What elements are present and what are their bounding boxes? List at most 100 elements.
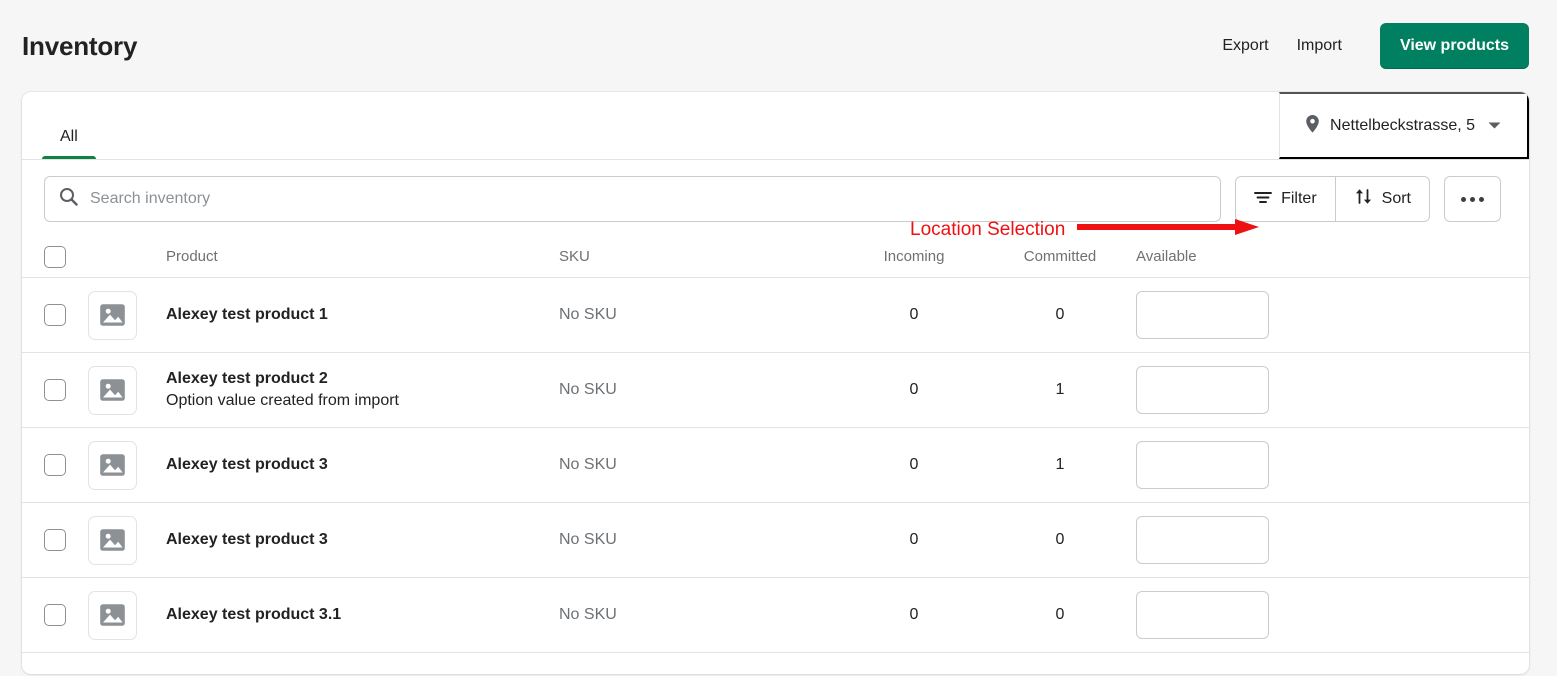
row-checkbox[interactable] xyxy=(44,379,66,401)
chevron-down-icon xyxy=(1488,118,1501,133)
filter-bar: Filter Sort xyxy=(22,160,1529,236)
available-cell xyxy=(1136,366,1301,414)
row-thumbnail-cell xyxy=(88,515,166,565)
committed-cell: 1 xyxy=(1055,456,1065,473)
tabs-list: All xyxy=(22,92,1279,159)
available-input[interactable] xyxy=(1137,367,1268,413)
column-header-committed: Committed xyxy=(1023,248,1097,265)
row-checkbox[interactable] xyxy=(44,304,66,326)
committed-cell: 0 xyxy=(1055,531,1065,548)
available-input[interactable] xyxy=(1137,442,1268,488)
available-cell xyxy=(1136,591,1301,639)
available-stepper[interactable] xyxy=(1136,366,1269,414)
filter-button[interactable]: Filter xyxy=(1235,176,1336,222)
table-body: Alexey test product 1 No SKU 0 0 -1 Alex… xyxy=(22,278,1529,653)
more-actions-button[interactable] xyxy=(1444,176,1501,222)
column-header-incoming: Incoming xyxy=(883,248,945,265)
product-cell: Alexey test product 3 xyxy=(166,529,559,551)
select-all-checkbox[interactable] xyxy=(44,245,66,268)
available-cell xyxy=(1136,441,1301,489)
available-input[interactable] xyxy=(1137,517,1268,563)
location-pin-icon xyxy=(1304,114,1321,137)
row-checkbox[interactable] xyxy=(44,454,66,476)
product-image-placeholder-icon xyxy=(88,515,137,565)
inventory-card: All Nettelbeckstrasse, 5 Location Select… xyxy=(22,92,1529,674)
product-image-placeholder-icon xyxy=(88,365,137,415)
available-input[interactable] xyxy=(1137,592,1268,638)
export-button[interactable]: Export xyxy=(1220,31,1270,61)
sort-button[interactable]: Sort xyxy=(1335,176,1430,222)
sku-cell: No SKU xyxy=(559,456,617,473)
available-cell xyxy=(1136,291,1301,339)
table-row[interactable]: Alexey test product 3 No SKU 0 0 xyxy=(22,503,1529,578)
inventory-table: Product SKU Incoming Committed Available… xyxy=(22,236,1529,653)
available-stepper[interactable] xyxy=(1136,591,1269,639)
product-image-placeholder-icon xyxy=(88,440,137,490)
filter-icon xyxy=(1254,190,1273,209)
tabs-row: All Nettelbeckstrasse, 5 xyxy=(22,92,1529,160)
view-products-button[interactable]: View products xyxy=(1379,23,1529,69)
search-icon xyxy=(59,187,78,211)
available-stepper[interactable] xyxy=(1136,441,1269,489)
committed-cell: 0 xyxy=(1055,606,1065,623)
sort-button-label: Sort xyxy=(1381,190,1411,207)
sku-cell: No SKU xyxy=(559,381,617,398)
table-row[interactable]: Alexey test product 2 Option value creat… xyxy=(22,353,1529,428)
row-thumbnail-cell xyxy=(88,440,166,490)
product-cell: Alexey test product 2 Option value creat… xyxy=(166,368,559,413)
table-header-row: Product SKU Incoming Committed Available xyxy=(22,236,1529,278)
row-checkbox[interactable] xyxy=(44,529,66,551)
search-input[interactable] xyxy=(90,190,1207,208)
row-select-cell xyxy=(44,304,88,326)
product-name: Alexey test product 3 xyxy=(166,455,328,473)
incoming-cell: 0 xyxy=(909,531,919,548)
location-selector[interactable]: Nettelbeckstrasse, 5 xyxy=(1279,92,1529,159)
incoming-cell: 0 xyxy=(909,381,919,398)
page-header: Inventory Export Import View products xyxy=(0,0,1557,92)
ellipsis-icon xyxy=(1461,196,1484,202)
committed-cell: 0 xyxy=(1055,306,1065,323)
product-variant: Option value created from import xyxy=(166,392,399,409)
incoming-cell: 0 xyxy=(909,606,919,623)
sort-arrows-icon xyxy=(1354,188,1373,210)
product-name: Alexey test product 3.1 xyxy=(166,605,342,623)
tab-all[interactable]: All xyxy=(42,92,96,159)
filter-sort-group: Filter Sort xyxy=(1235,176,1430,222)
column-header-available: Available xyxy=(1136,248,1197,265)
row-select-cell xyxy=(44,454,88,476)
header-actions: Export Import View products xyxy=(1220,23,1529,69)
tab-active-indicator xyxy=(42,156,96,159)
available-stepper[interactable] xyxy=(1136,291,1269,339)
filter-button-label: Filter xyxy=(1281,190,1317,207)
product-name: Alexey test product 1 xyxy=(166,305,328,323)
search-field[interactable] xyxy=(44,176,1222,222)
product-cell: Alexey test product 3 xyxy=(166,454,559,476)
table-row[interactable]: Alexey test product 3.1 No SKU 0 0 xyxy=(22,578,1529,653)
sku-cell: No SKU xyxy=(559,306,617,323)
import-button[interactable]: Import xyxy=(1295,31,1344,61)
row-select-cell xyxy=(44,379,88,401)
product-image-placeholder-icon xyxy=(88,290,137,340)
incoming-cell: 0 xyxy=(909,306,919,323)
row-checkbox[interactable] xyxy=(44,604,66,626)
row-thumbnail-cell xyxy=(88,290,166,340)
column-header-sku: SKU xyxy=(559,248,590,265)
table-row[interactable]: Alexey test product 1 No SKU 0 0 xyxy=(22,278,1529,353)
tab-all-label: All xyxy=(60,127,78,145)
sku-cell: No SKU xyxy=(559,531,617,548)
table-row[interactable]: Alexey test product 3 No SKU 0 1 xyxy=(22,428,1529,503)
row-thumbnail-cell xyxy=(88,590,166,640)
location-name: Nettelbeckstrasse, 5 xyxy=(1330,116,1475,134)
available-input[interactable] xyxy=(1137,292,1268,338)
row-thumbnail-cell xyxy=(88,365,166,415)
available-cell xyxy=(1136,516,1301,564)
committed-cell: 1 xyxy=(1055,381,1065,398)
product-cell: Alexey test product 1 xyxy=(166,304,559,326)
column-header-product: Product xyxy=(166,248,218,265)
product-name: Alexey test product 2 xyxy=(166,369,328,387)
product-image-placeholder-icon xyxy=(88,590,137,640)
row-select-cell xyxy=(44,604,88,626)
available-stepper[interactable] xyxy=(1136,516,1269,564)
product-name: Alexey test product 3 xyxy=(166,530,328,548)
page-title: Inventory xyxy=(22,30,138,61)
